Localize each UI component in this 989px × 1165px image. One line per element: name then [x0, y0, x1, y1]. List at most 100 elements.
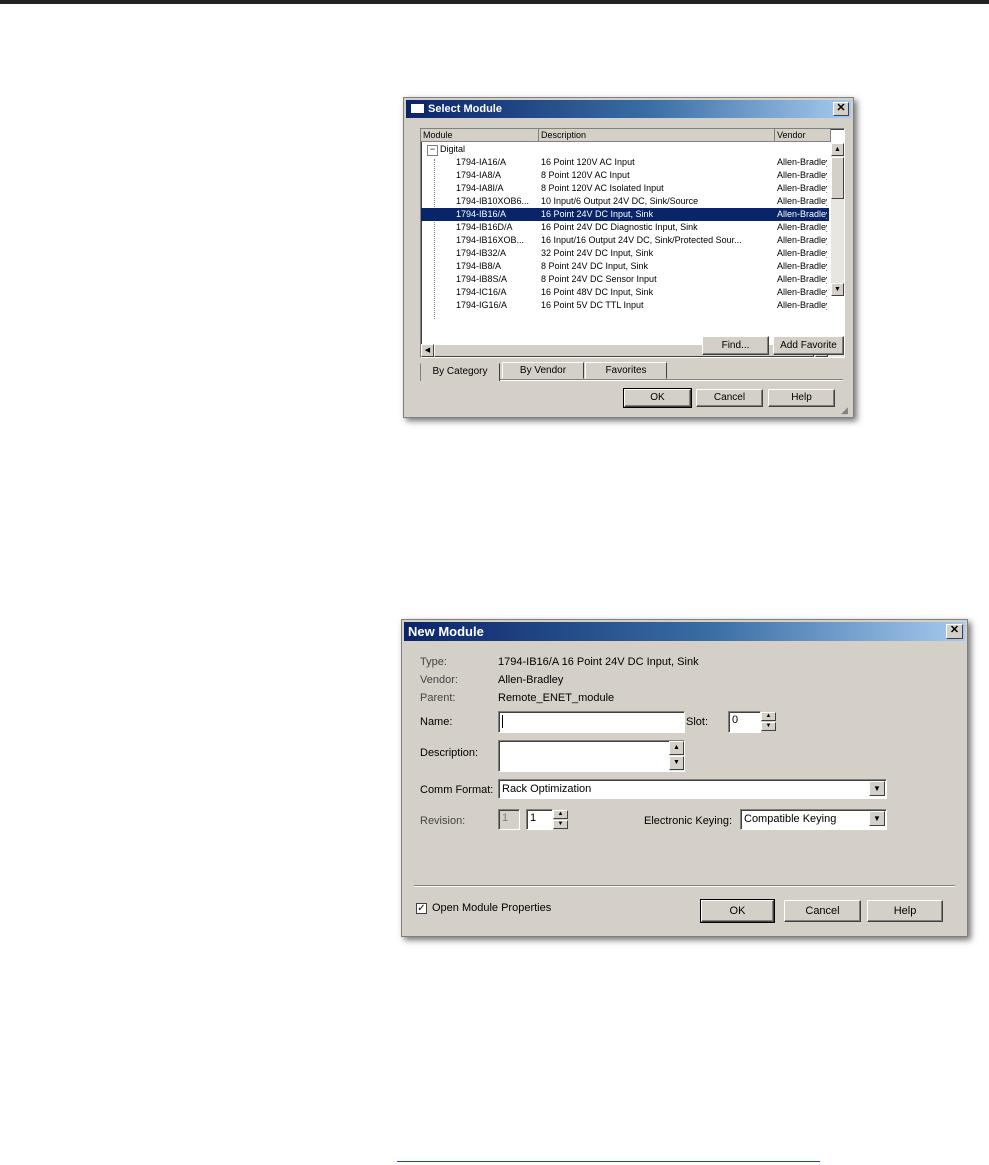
module-description: 8 Point 24V DC Input, Sink: [541, 261, 649, 271]
module-code: 1794-IA8/A: [456, 170, 502, 180]
resize-grip-icon[interactable]: ◢: [841, 405, 851, 415]
scroll-down-icon[interactable]: ▼: [669, 756, 684, 770]
list-item[interactable]: 1794-IB32/A 32 Point 24V DC Input, Sink Al…: [421, 247, 829, 260]
close-icon[interactable]: ✕: [946, 624, 963, 639]
divider: [414, 885, 955, 887]
comm-format-label: Comm Format:: [420, 784, 494, 796]
ok-button[interactable]: OK: [623, 388, 692, 408]
module-vendor: Allen-Bradley: [777, 196, 827, 206]
chevron-down-icon[interactable]: ▼: [869, 811, 885, 826]
description-input[interactable]: ▲ ▼: [498, 740, 685, 772]
close-icon[interactable]: ✕: [833, 102, 849, 116]
select-module-titlebar[interactable]: Select Module ✕: [406, 100, 851, 118]
help-button[interactable]: Help: [867, 900, 943, 922]
stepper-down-icon[interactable]: ▼: [761, 722, 776, 731]
list-item[interactable]: 1794-IA8I/A 8 Point 120V AC Isolated Inpu…: [421, 182, 829, 195]
text-cursor: [502, 714, 503, 728]
new-module-dialog: New Module ✕ Type: 1794-IB16/A 16 Point …: [401, 619, 968, 937]
new-module-titlebar[interactable]: New Module ✕: [404, 622, 965, 641]
module-list[interactable]: Module Description Vendor − Digital 1794…: [420, 128, 845, 358]
name-label: Name:: [420, 716, 453, 728]
page-top-rule: [0, 0, 989, 4]
module-code: 1794-IC16/A: [456, 287, 507, 297]
module-code: 1794-IB8S/A: [456, 274, 508, 284]
name-input[interactable]: [498, 711, 685, 733]
select-module-title: Select Module: [428, 103, 502, 115]
module-description: 8 Point 120V AC Input: [541, 170, 630, 180]
column-header-module[interactable]: Module: [421, 129, 539, 142]
module-vendor: Allen-Bradley: [777, 209, 827, 219]
list-item[interactable]: 1794-IC16/A 16 Point 48V DC Input, Sink Al…: [421, 286, 829, 299]
scroll-left-icon[interactable]: ◀: [421, 344, 434, 357]
scroll-thumb[interactable]: [831, 157, 844, 199]
electronic-keying-select[interactable]: Compatible Keying ▼: [740, 809, 887, 830]
list-item[interactable]: 1794-IB16XOB... 16 Input/16 Output 24V DC…: [421, 234, 829, 247]
module-code: 1794-IG16/A: [456, 300, 508, 310]
module-description: 16 Point 24V DC Diagnostic Input, Sink: [541, 222, 698, 232]
find-button[interactable]: Find...: [702, 336, 769, 355]
tab-by-category[interactable]: By Category: [420, 363, 500, 381]
module-description: 16 Point 120V AC Input: [541, 157, 635, 167]
window-icon: [410, 102, 425, 114]
module-code: 1794-IB32/A: [456, 248, 507, 258]
module-description: 32 Point 24V DC Input, Sink: [541, 248, 654, 258]
scroll-up-icon[interactable]: ▲: [669, 741, 684, 755]
add-favorite-button[interactable]: Add Favorite: [773, 336, 844, 355]
module-description: 10 Input/6 Output 24V DC, Sink/Source: [541, 196, 699, 206]
electronic-keying-value: Compatible Keying: [744, 813, 837, 825]
module-vendor: Allen-Bradley: [777, 222, 827, 232]
module-description: 8 Point 24V DC Sensor Input: [541, 274, 657, 284]
module-description: 16 Point 24V DC Input, Sink: [541, 209, 654, 219]
vendor-label: Vendor:: [420, 674, 458, 686]
scroll-up-icon[interactable]: ▲: [831, 143, 844, 156]
list-item[interactable]: 1794-IA8/A 8 Point 120V AC Input Allen-Bra…: [421, 169, 829, 182]
list-item[interactable]: 1794-IB10XOB6... 10 Input/6 Output 24V DC…: [421, 195, 829, 208]
tab-by-vendor[interactable]: By Vendor: [502, 362, 584, 379]
module-vendor: Allen-Bradley: [777, 274, 827, 284]
slot-input[interactable]: 0: [728, 711, 761, 733]
parent-value: Remote_ENET_module: [498, 692, 615, 704]
list-item[interactable]: 1794-IG16/A 16 Point 5V DC TTL Input Allen…: [421, 299, 829, 312]
scroll-down-icon[interactable]: ▼: [831, 283, 844, 296]
module-code: 1794-IA16/A: [456, 157, 507, 167]
vertical-scrollbar[interactable]: ▲ ▼: [831, 143, 844, 296]
list-item[interactable]: 1794-IA16/A 16 Point 120V AC Input Allen-B…: [421, 156, 829, 169]
type-label: Type:: [420, 656, 447, 668]
list-item-selected[interactable]: 1794-IB16/A 16 Point 24V DC Input, Sink Al…: [421, 208, 829, 221]
category-label: Digital: [440, 144, 466, 154]
revision-minor-input[interactable]: 1: [526, 809, 553, 830]
list-item[interactable]: 1794-IB16D/A 16 Point 24V DC Diagnostic I…: [421, 221, 829, 234]
chevron-down-icon[interactable]: ▼: [869, 781, 885, 796]
column-header-description[interactable]: Description: [539, 129, 775, 142]
open-module-properties-checkbox[interactable]: ✓: [416, 903, 427, 914]
cancel-button[interactable]: Cancel: [696, 389, 763, 407]
module-vendor: Allen-Bradley: [777, 183, 827, 193]
stepper-up-icon[interactable]: ▲: [553, 810, 568, 819]
cancel-button[interactable]: Cancel: [784, 900, 861, 922]
module-vendor: Allen-Bradley: [777, 248, 827, 258]
stepper-up-icon[interactable]: ▲: [761, 712, 776, 721]
link-underline[interactable]: [397, 1161, 820, 1162]
module-vendor: Allen-Bradley: [777, 261, 827, 271]
stepper-down-icon[interactable]: ▼: [553, 820, 568, 829]
module-code: 1794-IB16XOB...: [456, 235, 525, 245]
help-button[interactable]: Help: [768, 389, 835, 407]
module-description: 16 Point 5V DC TTL Input: [541, 300, 644, 310]
type-value: 1794-IB16/A 16 Point 24V DC Input, Sink: [498, 656, 699, 668]
ok-button[interactable]: OK: [700, 899, 775, 923]
collapse-icon[interactable]: −: [427, 145, 438, 156]
description-scrollbar[interactable]: ▲ ▼: [669, 741, 684, 771]
module-vendor: Allen-Bradley: [777, 300, 827, 310]
list-item[interactable]: 1794-IB8S/A 8 Point 24V DC Sensor Input Al…: [421, 273, 829, 286]
tree-node-category[interactable]: − Digital: [421, 143, 829, 156]
module-description: 16 Input/16 Output 24V DC, Sink/Protecte…: [541, 235, 742, 245]
comm-format-select[interactable]: Rack Optimization ▼: [498, 779, 887, 799]
slot-label: Slot:: [686, 716, 709, 728]
electronic-keying-label: Electronic Keying:: [644, 815, 733, 827]
list-item[interactable]: 1794-IB8/A 8 Point 24V DC Input, Sink Alle…: [421, 260, 829, 273]
column-header-vendor[interactable]: Vendor: [775, 129, 831, 142]
select-module-dialog: Select Module ✕ Module Description Vendo…: [403, 97, 854, 418]
slot-stepper[interactable]: ▲ ▼: [761, 712, 776, 732]
tab-favorites[interactable]: Favorites: [585, 362, 667, 379]
revision-stepper[interactable]: ▲ ▼: [553, 810, 568, 830]
